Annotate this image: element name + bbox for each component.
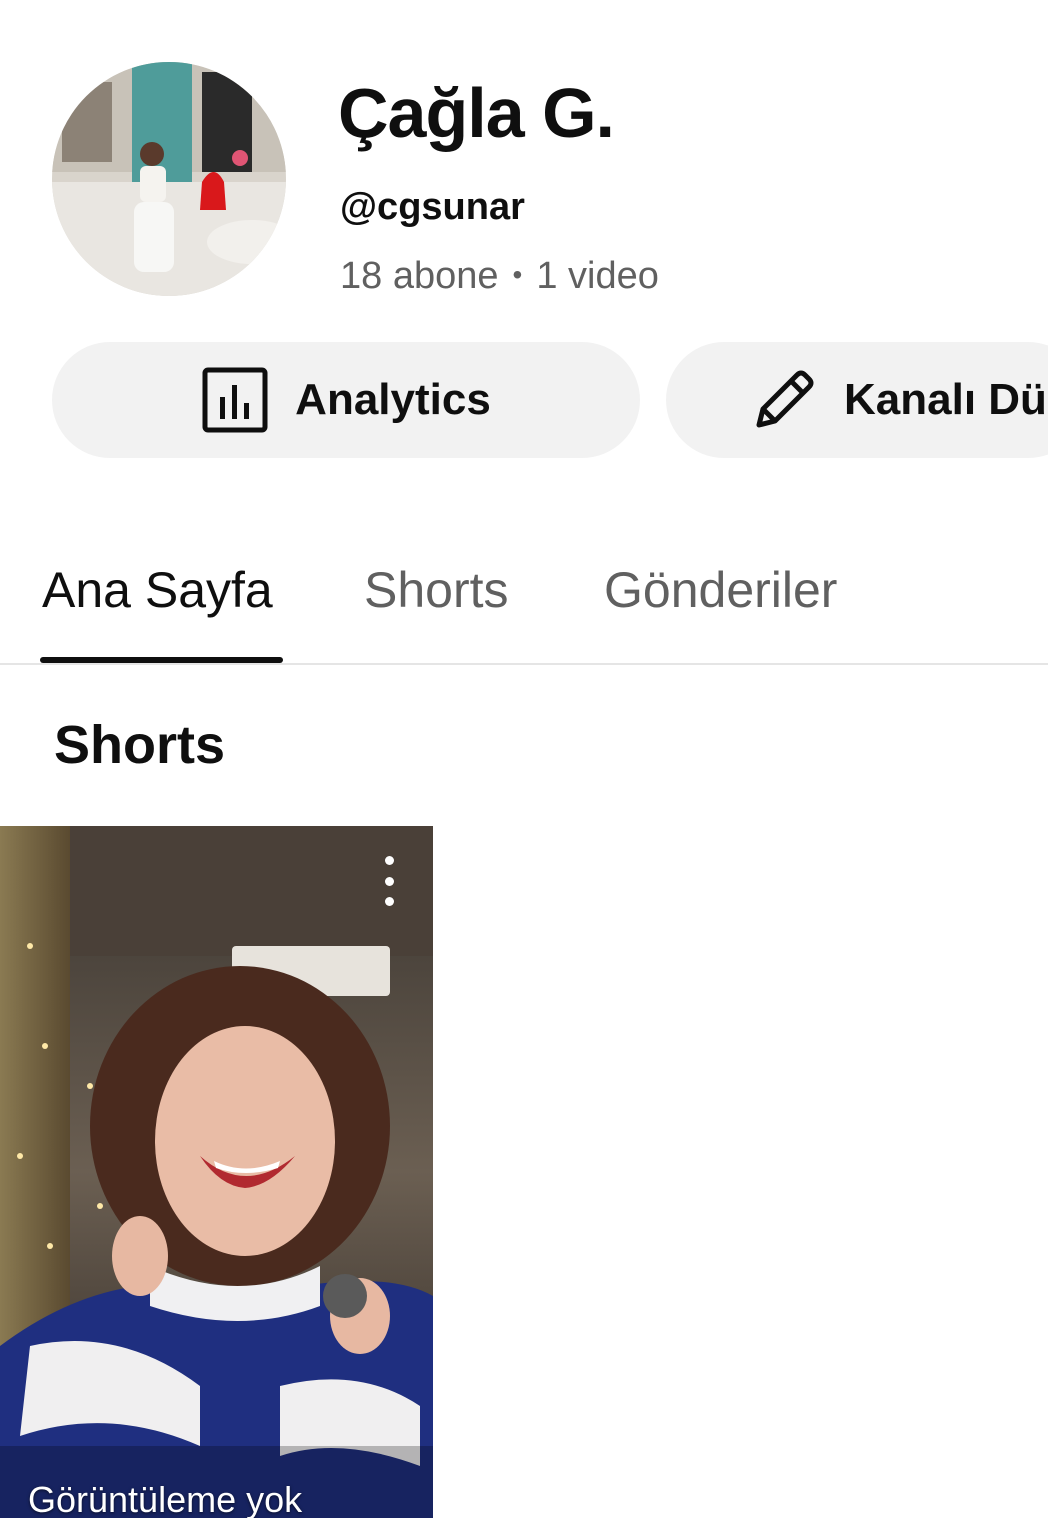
- channel-stats: 18 abone • 1 video: [340, 252, 659, 299]
- video-count: 1 video: [536, 255, 659, 297]
- tab-posts[interactable]: Gönderiler: [604, 560, 837, 620]
- pencil-icon: [750, 366, 818, 434]
- more-vertical-icon[interactable]: [371, 856, 407, 906]
- short-view-count: Görüntüleme yok: [28, 1479, 303, 1518]
- tab-shorts[interactable]: Shorts: [364, 560, 509, 620]
- bar-chart-icon: [201, 366, 269, 434]
- tab-home[interactable]: Ana Sayfa: [42, 560, 273, 620]
- channel-tabs: Ana Sayfa Shorts Gönderiler: [0, 548, 1048, 666]
- stats-separator: •: [512, 259, 523, 290]
- channel-handle: @cgsunar: [340, 186, 525, 228]
- analytics-button[interactable]: Analytics: [52, 342, 640, 458]
- channel-name: Çağla G.: [338, 74, 615, 152]
- edit-channel-label: Kanalı Dü: [844, 375, 1047, 424]
- analytics-label: Analytics: [295, 375, 491, 424]
- edit-channel-button[interactable]: Kanalı Dü: [666, 342, 1048, 458]
- short-video-card[interactable]: Görüntüleme yok: [0, 826, 433, 1518]
- shorts-section-title: Shorts: [54, 715, 226, 775]
- channel-avatar[interactable]: [52, 62, 286, 296]
- tabs-divider: [0, 663, 1048, 665]
- short-thumbnail: [0, 826, 433, 1518]
- channel-page: Çağla G. @cgsunar 18 abone • 1 video Analy…: [0, 0, 1048, 1518]
- subscriber-count: 18 abone: [340, 255, 499, 297]
